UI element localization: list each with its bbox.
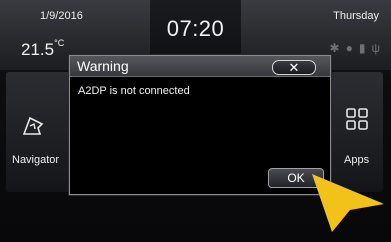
- close-button[interactable]: ✕: [272, 60, 316, 75]
- warning-dialog: Warning ✕ A2DP is not connected OK: [69, 55, 331, 195]
- usb-icon: ψ: [371, 41, 380, 55]
- navigator-icon: [22, 116, 44, 135]
- apps-label: Apps: [344, 154, 370, 166]
- dialog-header: Warning ✕: [70, 56, 330, 77]
- temperature-value: 21.5: [21, 40, 55, 59]
- pointer-arrow-icon: [312, 174, 384, 232]
- dialog-title: Warning: [77, 58, 129, 74]
- apps-grid-icon: [346, 108, 368, 130]
- dialog-message: A2DP is not connected: [78, 85, 190, 97]
- navigator-label: Navigator: [12, 154, 60, 166]
- settings-icon: ●: [345, 41, 353, 55]
- home-screen: 1/9/2016 07:20 Thursday 21.5°C ✱ ● ▮ ψ N…: [0, 0, 391, 242]
- temperature-readout: 21.5°C: [21, 38, 65, 60]
- close-icon: ✕: [288, 60, 300, 75]
- sd-card-icon: ▮: [358, 41, 366, 55]
- day-label: Thursday: [333, 10, 379, 22]
- status-icons: ✱ ● ▮ ψ: [330, 42, 380, 54]
- temperature-unit: °C: [54, 38, 65, 48]
- bluetooth-icon: ✱: [329, 41, 340, 55]
